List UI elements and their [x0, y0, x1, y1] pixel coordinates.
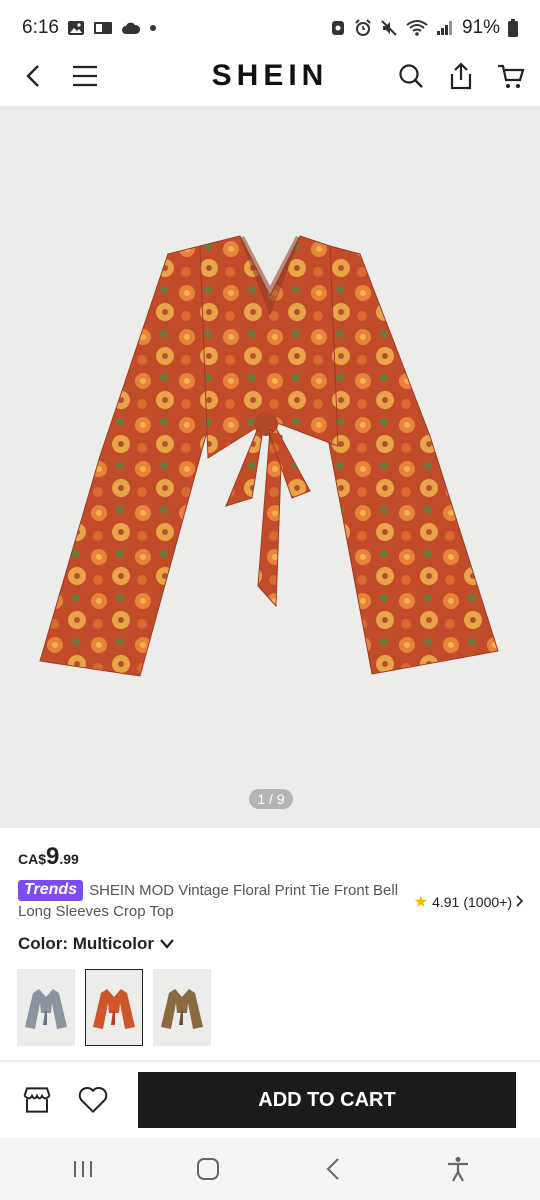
- star-icon: ★: [413, 894, 429, 911]
- lock-app-icon: [330, 19, 346, 37]
- rating-summary[interactable]: ★ 4.91 (1000+): [414, 892, 524, 912]
- nav-right: [396, 61, 526, 91]
- search-icon[interactable]: [396, 61, 426, 91]
- more-notifications-dot-icon: [149, 24, 157, 32]
- battery-percent: 91%: [461, 17, 500, 38]
- gallery-notification-icon: [67, 20, 85, 36]
- store-icon[interactable]: [22, 1085, 52, 1115]
- product-title-block: Trends SHEIN MOD Vintage Floral Print Tie…: [18, 880, 413, 922]
- image-counter: 1 / 9: [249, 789, 293, 809]
- swatch-thumbnail-brown: [161, 988, 203, 1029]
- battery-icon: [508, 19, 518, 37]
- bottom-action-bar: ADD TO CART: [0, 1062, 540, 1138]
- wifi-icon: [406, 19, 428, 37]
- price-cents: .99: [59, 851, 79, 867]
- brand-logo[interactable]: SHEIN: [212, 59, 329, 93]
- outlook-notification-icon: [93, 20, 113, 36]
- top-nav: SHEIN: [0, 48, 540, 104]
- recent-apps-icon[interactable]: [68, 1154, 98, 1184]
- share-icon[interactable]: [446, 61, 476, 91]
- back-icon[interactable]: [18, 61, 48, 91]
- system-navigation-bar: [0, 1138, 540, 1200]
- price-whole: 9: [46, 843, 60, 870]
- product-image-carousel[interactable]: [0, 106, 540, 828]
- heart-icon[interactable]: [78, 1085, 108, 1115]
- home-icon[interactable]: [193, 1154, 223, 1184]
- swatch-thumbnail-gray: [25, 988, 67, 1029]
- status-left: 6:16: [22, 17, 157, 39]
- price-currency: CA$: [18, 851, 47, 867]
- review-count: (1000+): [463, 894, 512, 910]
- swatch-brown-floral[interactable]: [153, 969, 211, 1046]
- mute-icon: [380, 19, 398, 37]
- price: CA$ 9 .99: [18, 843, 79, 871]
- product-title-row: Trends SHEIN MOD Vintage Floral Print Tie…: [18, 880, 528, 922]
- rating-value: 4.91: [432, 894, 460, 910]
- color-selector-label[interactable]: Color: Multicolor: [18, 934, 174, 954]
- swatch-gray-floral[interactable]: [17, 969, 75, 1046]
- trends-badge[interactable]: Trends: [18, 880, 84, 901]
- color-swatches: [17, 969, 211, 1046]
- status-time: 6:16: [22, 17, 59, 38]
- swatch-multicolor[interactable]: [85, 969, 143, 1046]
- signal-icon: [436, 20, 454, 36]
- nav-left: [18, 61, 100, 91]
- chevron-down-icon: [160, 934, 174, 954]
- swatch-thumbnail-multicolor: [93, 988, 135, 1029]
- status-right: 91%: [330, 17, 518, 39]
- menu-icon[interactable]: [70, 61, 100, 91]
- color-label-text: Color: Multicolor: [18, 934, 154, 953]
- cloud-notification-icon: [121, 21, 141, 35]
- cart-icon[interactable]: [496, 61, 526, 91]
- nav-back-icon[interactable]: [318, 1154, 348, 1184]
- product-image: [39, 235, 499, 677]
- garment-illustration: [39, 235, 499, 677]
- chevron-right-icon: [516, 894, 524, 910]
- accessibility-icon[interactable]: [443, 1154, 473, 1184]
- alarm-icon: [354, 19, 372, 37]
- add-to-cart-button[interactable]: ADD TO CART: [138, 1072, 516, 1128]
